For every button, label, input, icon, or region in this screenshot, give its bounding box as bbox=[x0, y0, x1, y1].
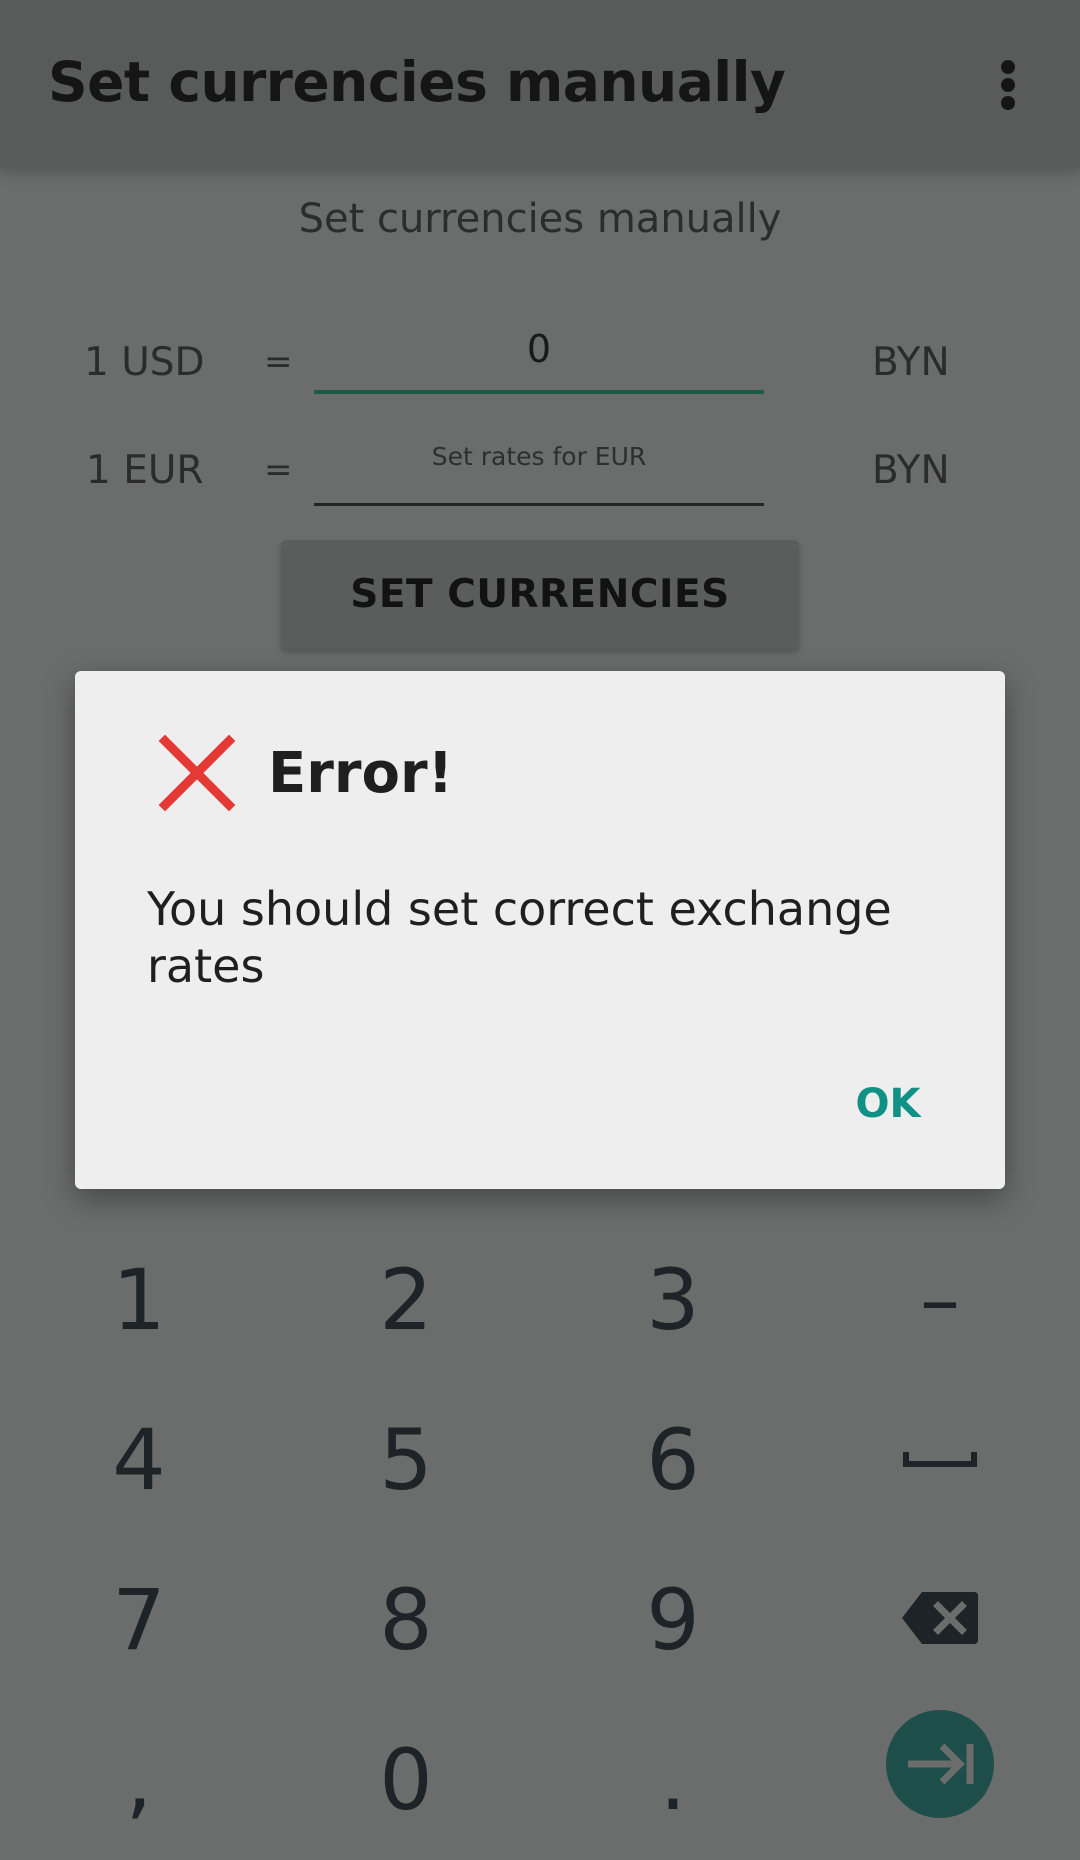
app-bar-title: Set currencies manually bbox=[48, 50, 786, 114]
usd-equals: = bbox=[264, 342, 293, 382]
next-field-icon[interactable] bbox=[886, 1710, 994, 1818]
usd-label: 1 USD bbox=[84, 340, 205, 385]
key-8[interactable]: 8 bbox=[346, 1560, 466, 1680]
dialog-title: Error! bbox=[268, 741, 454, 806]
key-minus[interactable]: – bbox=[880, 1240, 1000, 1360]
key-0[interactable]: 0 bbox=[346, 1720, 466, 1840]
eur-equals: = bbox=[264, 450, 293, 490]
usd-rate-input[interactable]: 0 bbox=[314, 330, 764, 394]
eur-target-currency: BYN bbox=[872, 448, 950, 493]
error-dialog: Error! You should set correct exchange r… bbox=[75, 671, 1005, 1189]
app-bar: Set currencies manually bbox=[0, 0, 1080, 168]
key-3[interactable]: 3 bbox=[613, 1240, 733, 1360]
key-2[interactable]: 2 bbox=[346, 1240, 466, 1360]
more-vert-icon[interactable] bbox=[988, 54, 1028, 114]
ok-button[interactable]: OK bbox=[833, 1069, 943, 1139]
screen: Set currencies manually Set currencies m… bbox=[0, 0, 1080, 1860]
key-9[interactable]: 9 bbox=[613, 1560, 733, 1680]
eur-rate-input[interactable]: Set rates for EUR bbox=[314, 442, 764, 506]
space-icon[interactable] bbox=[900, 1432, 980, 1472]
usd-target-currency: BYN bbox=[872, 340, 950, 385]
key-dot[interactable]: . bbox=[613, 1720, 733, 1840]
key-1[interactable]: 1 bbox=[79, 1240, 199, 1360]
dialog-message: You should set correct exchange rates bbox=[147, 882, 892, 993]
eur-label: 1 EUR bbox=[86, 448, 204, 493]
key-comma[interactable]: , bbox=[79, 1720, 199, 1840]
key-4[interactable]: 4 bbox=[79, 1400, 199, 1520]
backspace-icon[interactable] bbox=[900, 1588, 980, 1648]
key-5[interactable]: 5 bbox=[346, 1400, 466, 1520]
key-7[interactable]: 7 bbox=[79, 1560, 199, 1680]
set-currencies-button[interactable]: SET CURRENCIES bbox=[281, 540, 799, 650]
error-x-icon bbox=[157, 733, 237, 813]
form-subtitle: Set currencies manually bbox=[298, 196, 782, 242]
key-6[interactable]: 6 bbox=[613, 1400, 733, 1520]
